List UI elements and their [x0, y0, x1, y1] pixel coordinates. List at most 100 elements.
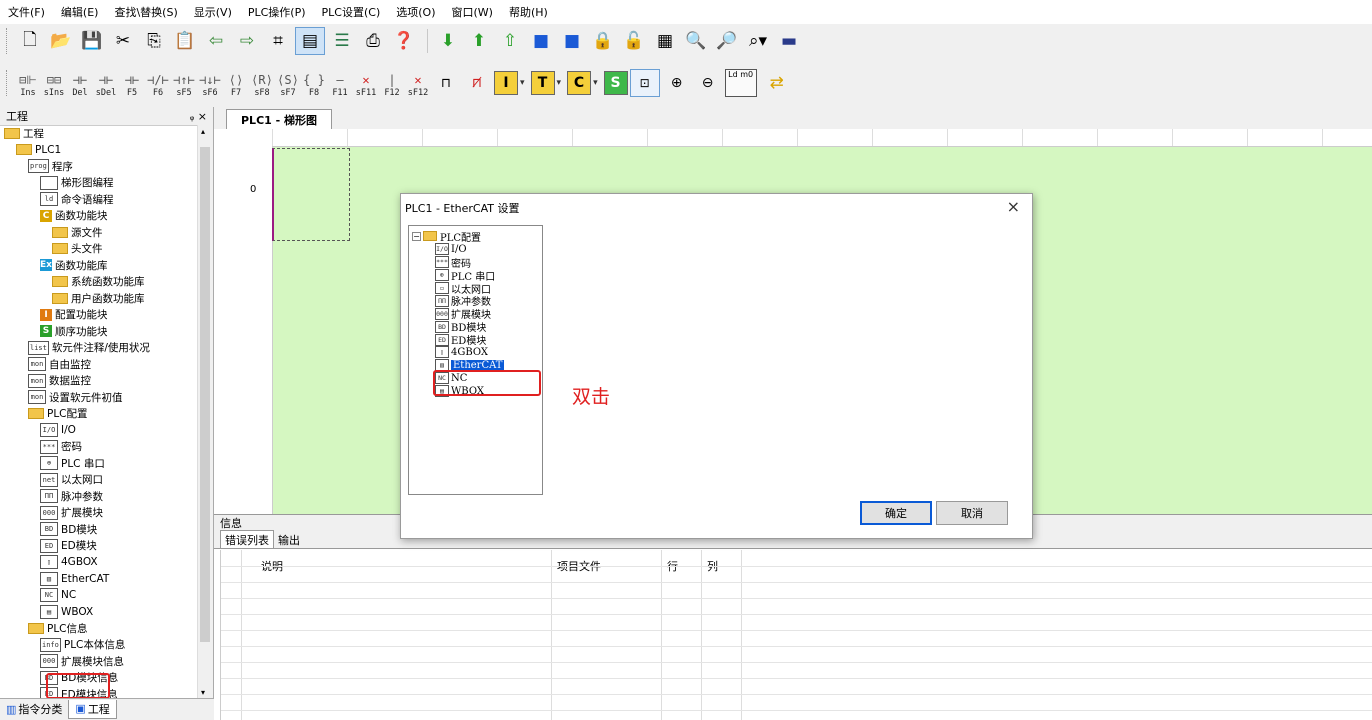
tree-item[interactable]: ⊕ PLC 串口: [0, 455, 198, 472]
c-block-button[interactable]: C: [567, 71, 592, 95]
menu-plc-settings[interactable]: PLC设置(C): [314, 4, 389, 20]
ladder-cursor[interactable]: [272, 148, 350, 241]
toolbar-grip[interactable]: [6, 70, 10, 96]
tree-item[interactable]: 000 扩展模块信息: [0, 653, 198, 670]
copy-icon[interactable]: ⎘: [140, 28, 168, 54]
tree-item[interactable]: PLC信息: [0, 620, 198, 637]
tab-project[interactable]: ▣ 工程: [68, 699, 117, 719]
chevron-down-icon[interactable]: ▾: [557, 78, 562, 88]
horizontal-line-button[interactable]: — F11: [328, 68, 352, 98]
convert-icon[interactable]: ⇄: [763, 70, 791, 96]
zoom-in-icon[interactable]: ⊕: [663, 70, 691, 96]
cut-icon[interactable]: ✂: [109, 28, 137, 54]
tree-item[interactable]: mon 自由监控: [0, 356, 198, 373]
pin-close-icon[interactable]: ᵩ ×: [190, 110, 207, 123]
scrollbar-thumb[interactable]: [200, 147, 210, 642]
ladder-view-icon[interactable]: ▤: [295, 27, 325, 55]
tree-item[interactable]: prog 程序: [0, 158, 198, 175]
tree-item[interactable]: PLC配置: [0, 406, 198, 423]
tree-item[interactable]: list 软元件注释/使用状况: [0, 340, 198, 357]
toolbar-grip[interactable]: [6, 28, 10, 54]
tree-item[interactable]: ld 命令语编程: [0, 191, 198, 208]
help-icon[interactable]: ❓: [390, 28, 418, 54]
paste-icon[interactable]: 📋: [171, 28, 199, 54]
download-icon[interactable]: ⬇: [434, 28, 462, 54]
monitor-search-icon[interactable]: 🔎: [713, 28, 741, 54]
table-icon[interactable]: ▦: [651, 28, 679, 54]
back-arrow-icon[interactable]: ⇦: [202, 28, 230, 54]
tree-item[interactable]: PLC1: [0, 142, 198, 159]
menu-options[interactable]: 选项(O): [388, 4, 443, 20]
menu-view[interactable]: 显示(V): [186, 4, 240, 20]
tree-item[interactable]: *** 密码: [0, 439, 198, 456]
tree-item-plc-config[interactable]: − PLC配置: [409, 230, 542, 244]
list-view-icon[interactable]: ☰: [328, 28, 356, 54]
zoom-out-icon[interactable]: ⊖: [694, 70, 722, 96]
forward-arrow-icon[interactable]: ⇨: [233, 28, 261, 54]
delete-vertical-line-button[interactable]: ✕ sF12: [406, 68, 430, 98]
up-arrow-icon[interactable]: ⇧: [496, 28, 524, 54]
tree-item[interactable]: ΠΠ 脉冲参数: [0, 488, 198, 505]
scroll-down-icon[interactable]: ▾: [201, 688, 205, 697]
t-block-button[interactable]: T: [530, 71, 555, 95]
new-file-icon[interactable]: 🗋: [16, 28, 44, 54]
run-icon[interactable]: ■: [527, 28, 555, 54]
shift-insert-key-button[interactable]: ⊟⊟ sIns: [42, 68, 66, 98]
tree-item[interactable]: C 函数功能块: [0, 208, 198, 225]
tree-item[interactable]: ▯ 4GBOX: [0, 554, 198, 571]
tree-item[interactable]: NC NC: [0, 587, 198, 604]
tree-item[interactable]: I/O I/O: [0, 422, 198, 439]
falling-edge-button[interactable]: ⊣↓⊢ sF6: [198, 68, 222, 98]
stop-icon[interactable]: ■: [558, 28, 586, 54]
zoom-dropdown-icon[interactable]: ⌕▾: [744, 28, 772, 54]
key-icon[interactable]: ▬: [775, 28, 803, 54]
branch-icon[interactable]: ⊓: [432, 70, 460, 96]
shift-delete-key-button[interactable]: ⊣⊢ sDel: [94, 68, 118, 98]
ok-button[interactable]: 确定: [860, 501, 932, 525]
collapse-icon[interactable]: −: [412, 231, 421, 241]
tree-item[interactable]: 梯形图编程: [0, 175, 198, 192]
tree-item[interactable]: ED ED模块: [409, 333, 542, 347]
monitor-icon[interactable]: 🔍: [682, 28, 710, 54]
tab-instruction-category[interactable]: ▥ 指令分类: [0, 700, 68, 718]
print-icon[interactable]: ⎙: [359, 28, 387, 54]
reset-coil-button[interactable]: ⟨R⟩ sF8: [250, 68, 274, 98]
open-folder-icon[interactable]: 📂: [47, 28, 75, 54]
menu-edit[interactable]: 编辑(E): [53, 4, 107, 20]
tree-item[interactable]: 头文件: [0, 241, 198, 258]
tree-item[interactable]: ▥ EtherCAT: [0, 571, 198, 588]
instruction-button[interactable]: { } F8: [302, 68, 326, 98]
tab-plc1-ladder[interactable]: PLC1 - 梯形图: [226, 109, 333, 130]
binoculars-icon[interactable]: ⌗: [264, 28, 292, 54]
tree-item[interactable]: I 配置功能块: [0, 307, 198, 324]
block-diagram-icon[interactable]: ⊡: [629, 69, 660, 97]
chevron-down-icon[interactable]: ▾: [520, 78, 525, 88]
menu-file[interactable]: 文件(F): [0, 4, 53, 20]
tree-item[interactable]: 000 扩展模块: [0, 505, 198, 522]
scroll-up-icon[interactable]: ▴: [201, 127, 205, 136]
tree-item[interactable]: Ex 函数功能库: [0, 257, 198, 274]
menu-help[interactable]: 帮助(H): [501, 4, 556, 20]
vertical-line-button[interactable]: | F12: [380, 68, 404, 98]
tab-error-list[interactable]: 错误列表: [220, 530, 274, 548]
ld-display-button[interactable]: Ld m0: [724, 69, 757, 97]
tree-item[interactable]: ▯ 4GBOX: [409, 346, 542, 359]
tree-item[interactable]: 系统函数功能库: [0, 274, 198, 291]
delete-key-button[interactable]: ⊣⊢ Del: [68, 68, 92, 98]
close-icon[interactable]: ×: [1007, 197, 1020, 216]
tree-item[interactable]: S 顺序功能块: [0, 323, 198, 340]
set-coil-button[interactable]: ⟨S⟩ sF7: [276, 68, 300, 98]
s-block-button[interactable]: S: [603, 71, 628, 95]
unlock-icon[interactable]: 🔓: [620, 28, 648, 54]
rising-edge-button[interactable]: ⊣↑⊢ sF5: [172, 68, 196, 98]
coil-button[interactable]: ⟨⟩ F7: [224, 68, 248, 98]
save-icon[interactable]: 💾: [78, 28, 106, 54]
contact-no-button[interactable]: ⊣⊢ F5: [120, 68, 144, 98]
tree-item[interactable]: 工程: [0, 125, 198, 142]
tree-item[interactable]: ▤ WBOX: [0, 604, 198, 621]
tree-item[interactable]: mon 设置软元件初值: [0, 389, 198, 406]
delete-branch-icon[interactable]: ⊓̸: [463, 70, 491, 96]
chevron-down-icon[interactable]: ▾: [593, 78, 598, 88]
tree-item[interactable]: info PLC本体信息: [0, 637, 198, 654]
tree-item[interactable]: I/O I/O: [409, 243, 542, 256]
